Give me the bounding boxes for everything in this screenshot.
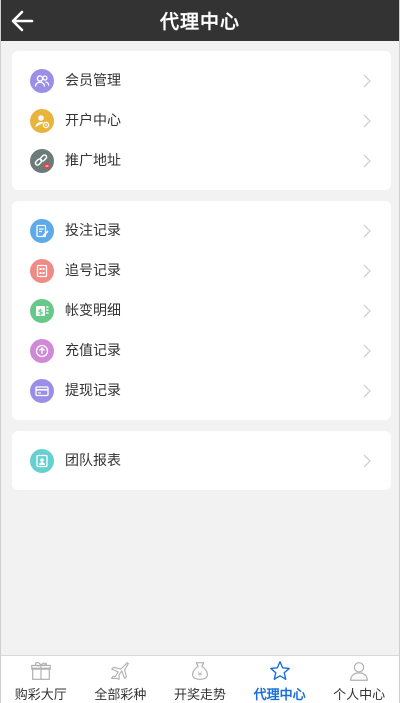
back-arrow-icon[interactable]	[10, 10, 34, 32]
tab-lottery-hall[interactable]: 购彩大厅	[1, 656, 81, 703]
bet-record-icon	[30, 219, 54, 243]
svg-text:$: $	[38, 308, 44, 317]
open-account-icon	[30, 109, 54, 133]
bottom-tab-bar: 购彩大厅 全部彩种 ¥ 开奖走势 代理中心 个人中心	[1, 655, 399, 703]
menu-item-label: 追号记录	[65, 263, 121, 279]
chevron-right-icon	[363, 454, 371, 468]
menu-item-label: 帐变明细	[65, 303, 121, 319]
menu-item-label: 会员管理	[65, 73, 121, 89]
withdraw-record-icon	[30, 379, 54, 403]
menu-item-label: 提现记录	[65, 383, 121, 399]
report-menu-card: 团队报表	[12, 431, 391, 490]
back-button[interactable]	[7, 6, 37, 36]
account-change-icon: $	[30, 299, 54, 323]
chevron-right-icon	[363, 224, 371, 238]
menu-item-chase-record[interactable]: 追号记录	[12, 251, 391, 291]
menu-item-member-management[interactable]: 会员管理	[12, 61, 391, 101]
menu-item-open-account[interactable]: 开户中心	[12, 101, 391, 141]
recharge-record-icon	[30, 339, 54, 363]
tab-label: 购彩大厅	[14, 688, 67, 703]
promo-link-icon	[30, 149, 54, 173]
plane-icon	[111, 662, 130, 680]
chevron-right-icon	[363, 74, 371, 88]
chevron-right-icon	[363, 384, 371, 398]
chevron-right-icon	[363, 114, 371, 128]
chevron-right-icon	[363, 344, 371, 358]
members-icon	[30, 69, 54, 93]
menu-item-account-change[interactable]: $ 帐变明细	[12, 291, 391, 331]
tab-label: 代理中心	[253, 688, 306, 703]
records-menu-card: 投注记录 追号记录 $ 帐变明细 充值记录 提现记录	[12, 201, 391, 420]
menu-item-promo-link[interactable]: 推广地址	[12, 141, 391, 181]
menu-item-label: 充值记录	[65, 343, 121, 359]
menu-item-label: 开户中心	[65, 113, 121, 129]
page-title: 代理中心	[159, 11, 240, 33]
gift-icon	[30, 661, 51, 680]
svg-text:¥: ¥	[198, 670, 203, 679]
tab-personal-center[interactable]: 个人中心	[319, 656, 399, 703]
menu-item-bet-record[interactable]: 投注记录	[12, 211, 391, 251]
user-icon	[350, 662, 369, 681]
chase-record-icon	[30, 259, 54, 283]
tab-all-lotteries[interactable]: 全部彩种	[81, 656, 161, 703]
tab-draw-trend[interactable]: ¥ 开奖走势	[160, 656, 240, 703]
chevron-right-icon	[363, 154, 371, 168]
menu-item-withdraw-record[interactable]: 提现记录	[12, 371, 391, 411]
team-report-icon	[30, 449, 54, 473]
menu-item-label: 推广地址	[65, 153, 121, 169]
tab-agent-center[interactable]: 代理中心	[240, 656, 320, 703]
money-bag-icon: ¥	[191, 662, 208, 680]
header-bar: 代理中心	[1, 0, 399, 41]
tab-label: 全部彩种	[94, 688, 147, 703]
menu-item-label: 团队报表	[65, 453, 121, 469]
tab-label: 个人中心	[333, 688, 386, 703]
menu-item-recharge-record[interactable]: 充值记录	[12, 331, 391, 371]
menu-item-label: 投注记录	[65, 223, 121, 239]
chevron-right-icon	[363, 304, 371, 318]
tab-label: 开奖走势	[173, 688, 226, 703]
agent-menu-card: 会员管理 开户中心 推广地址	[12, 51, 391, 190]
star-icon	[269, 661, 290, 680]
chevron-right-icon	[363, 264, 371, 278]
menu-item-team-report[interactable]: 团队报表	[12, 441, 391, 481]
